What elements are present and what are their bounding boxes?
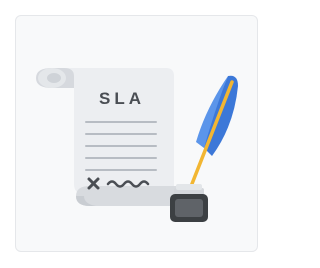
signature-mark-text: ×: [16, 16, 17, 17]
scroll-top-roll: [36, 68, 74, 88]
sla-contract-illustration: SLA ×: [16, 16, 238, 222]
sla-title: SLA: [99, 89, 145, 108]
blue-feather-quill-icon: [186, 75, 238, 196]
illustration-card: SLA ×: [15, 15, 258, 252]
inkwell-icon: [170, 184, 208, 222]
